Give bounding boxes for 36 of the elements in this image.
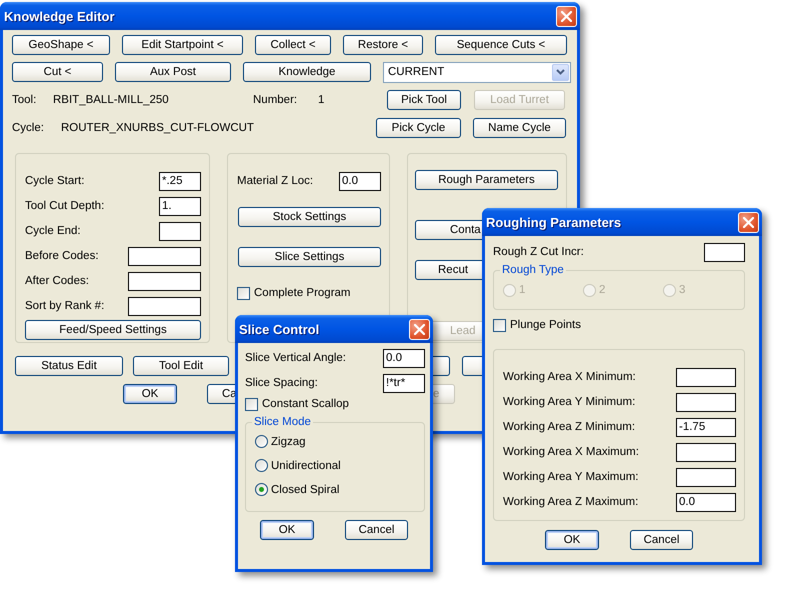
checkbox-label: Complete Program bbox=[254, 287, 351, 299]
radio-label: Zigzag bbox=[271, 436, 306, 448]
field-label: Cycle End: bbox=[25, 225, 81, 237]
radio-label: Unidirectional bbox=[271, 460, 341, 472]
window-title: Roughing Parameters bbox=[486, 214, 622, 230]
radio-label: 3 bbox=[679, 284, 686, 296]
field-label: Rough Z Cut Incr: bbox=[493, 246, 584, 258]
cycle-value: ROUTER_XNURBS_CUT-FLOWCUT bbox=[61, 122, 255, 134]
field-label: Tool Cut Depth: bbox=[25, 200, 104, 212]
number-label: Number: bbox=[253, 94, 298, 106]
field-label: Before Codes: bbox=[25, 250, 99, 262]
field-label: Working Area Y Minimum: bbox=[503, 396, 636, 408]
field-label: After Codes: bbox=[25, 275, 89, 287]
radio-label: 1 bbox=[519, 284, 526, 296]
field-label: Slice Vertical Angle: bbox=[245, 352, 346, 364]
field-label: Slice Spacing: bbox=[245, 377, 318, 389]
group-title: Slice Mode bbox=[253, 416, 312, 428]
group-title: Rough Type bbox=[501, 264, 565, 276]
field-label: Cycle Start: bbox=[25, 175, 84, 187]
radio-label: 2 bbox=[599, 284, 606, 296]
tool-label: Tool: bbox=[12, 94, 38, 106]
number-value: 1 bbox=[318, 94, 326, 106]
field-label: Working Area Z Minimum: bbox=[503, 421, 636, 433]
field-label: Working Area Z Maximum: bbox=[503, 496, 638, 508]
field-label: Sort by Rank #: bbox=[25, 300, 104, 312]
window-title: Slice Control bbox=[239, 322, 320, 336]
checkbox-label: Constant Scallop bbox=[262, 398, 349, 410]
radio-label: Closed Spiral bbox=[271, 484, 340, 496]
field-label: Material Z Loc: bbox=[237, 175, 314, 187]
tool-value: RBIT_BALL-MILL_250 bbox=[53, 94, 170, 106]
field-label: Working Area X Maximum: bbox=[503, 446, 639, 458]
field-label: Working Area X Minimum: bbox=[503, 371, 636, 383]
checkbox-label: Plunge Points bbox=[510, 319, 581, 331]
field-label: Working Area Y Maximum: bbox=[503, 471, 638, 483]
cycle-label: Cycle: bbox=[12, 122, 45, 134]
window-title: Knowledge Editor bbox=[4, 8, 114, 24]
